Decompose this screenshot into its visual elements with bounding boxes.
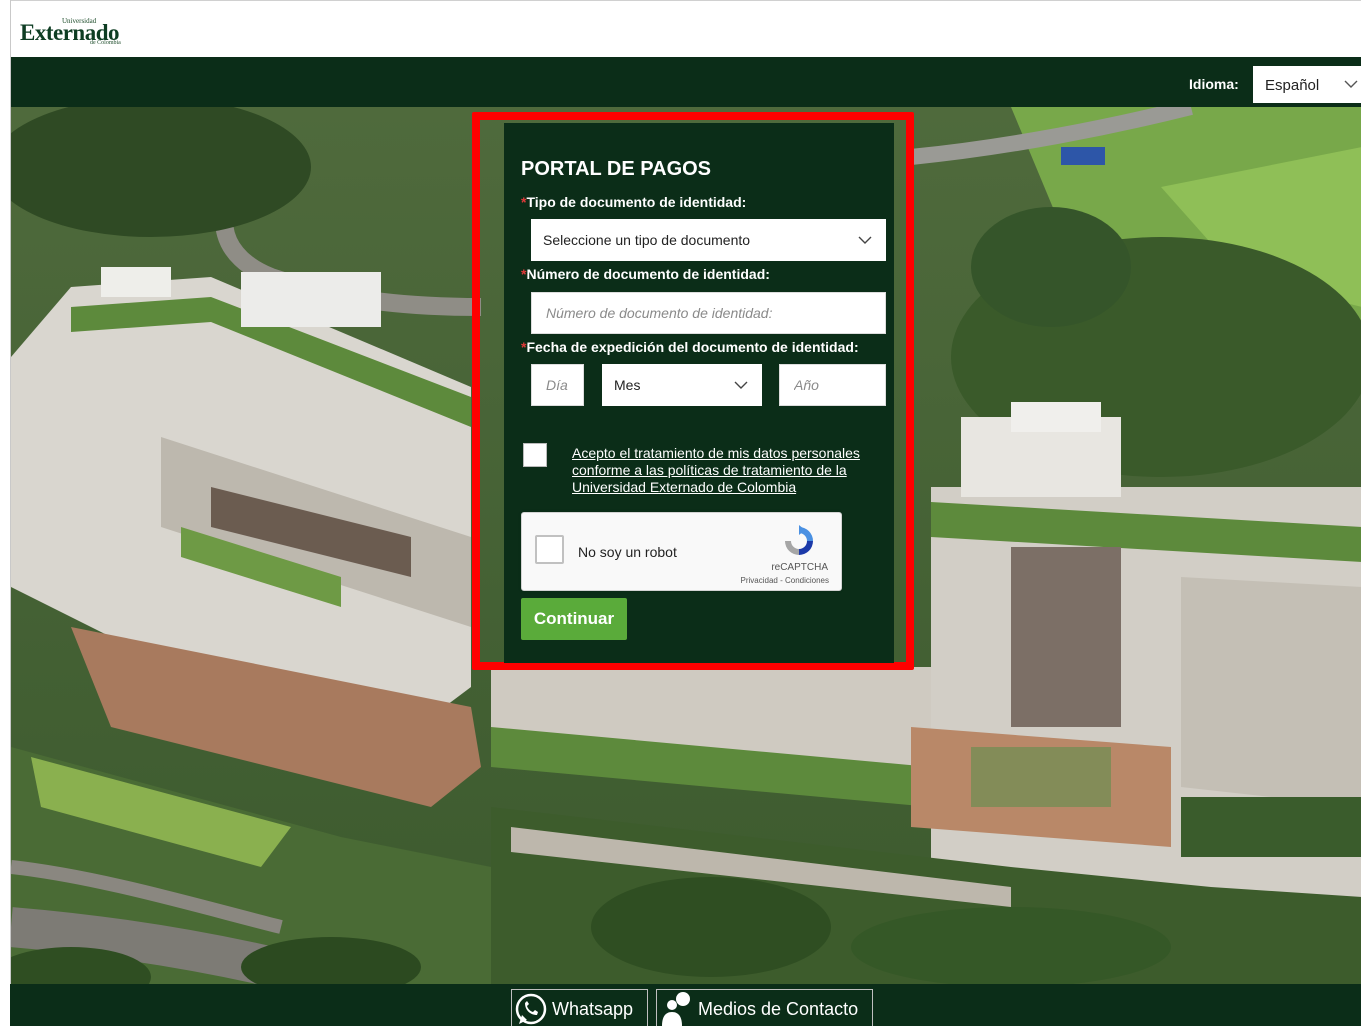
language-value: Español: [1265, 77, 1320, 94]
chevron-down-icon: [858, 236, 872, 244]
language-label: Idioma:: [1189, 76, 1239, 92]
year-input[interactable]: [780, 365, 885, 405]
doc-number-input[interactable]: [532, 293, 885, 333]
chevron-down-icon: [734, 381, 748, 389]
year-field[interactable]: [779, 364, 886, 406]
month-value: Mes: [614, 377, 641, 393]
doc-type-label: *Tipo de documento de identidad:: [521, 194, 747, 210]
whatsapp-button[interactable]: Whatsapp: [511, 989, 648, 1026]
top-header: Universidad Externado de Colombia: [11, 0, 1361, 57]
recaptcha-brand: reCAPTCHA: [771, 562, 828, 573]
language-select[interactable]: Español: [1253, 66, 1361, 103]
recaptcha-label: No soy un robot: [578, 544, 677, 560]
doc-type-select[interactable]: Seleccione un tipo de documento: [531, 219, 886, 261]
portal-title: PORTAL DE PAGOS: [521, 158, 712, 180]
contact-means-button[interactable]: Medios de Contacto: [656, 989, 873, 1026]
doc-type-value: Seleccione un tipo de documento: [543, 232, 751, 248]
recaptcha-checkbox[interactable]: [535, 535, 564, 564]
day-input[interactable]: [532, 365, 583, 405]
recaptcha-logo-icon: [785, 525, 813, 555]
consent-link[interactable]: Acepto el tratamiento de mis datos perso…: [572, 445, 892, 496]
whatsapp-label: Whatsapp: [552, 999, 634, 1019]
doc-number-field[interactable]: [531, 292, 886, 334]
consent-checkbox[interactable]: [523, 443, 547, 467]
recaptcha-terms-link[interactable]: Privacidad - Condiciones: [741, 576, 830, 585]
chevron-down-icon: [1344, 80, 1358, 88]
issue-date-label: *Fecha de expedición del documento de id…: [521, 339, 859, 355]
payment-portal-card: PORTAL DE PAGOS *Tipo de documento de id…: [504, 123, 894, 663]
contact-means-label: Medios de Contacto: [698, 999, 859, 1019]
month-select[interactable]: Mes: [602, 364, 762, 406]
contact-person-icon: [662, 992, 690, 1026]
recaptcha-widget: No soy un robot reCAPTCHA Privacidad - C…: [521, 512, 842, 591]
continue-button[interactable]: Continuar: [521, 598, 627, 640]
university-logo[interactable]: Universidad Externado de Colombia: [20, 14, 150, 50]
nav-bar: Idioma: Español: [11, 57, 1361, 107]
whatsapp-icon: [515, 993, 547, 1025]
doc-number-label: *Número de documento de identidad:: [521, 266, 770, 282]
logo-text-bottom: de Colombia: [90, 40, 121, 46]
footer-bar: Whatsapp Medios de Contacto: [10, 984, 1361, 1026]
day-field[interactable]: [531, 364, 584, 406]
